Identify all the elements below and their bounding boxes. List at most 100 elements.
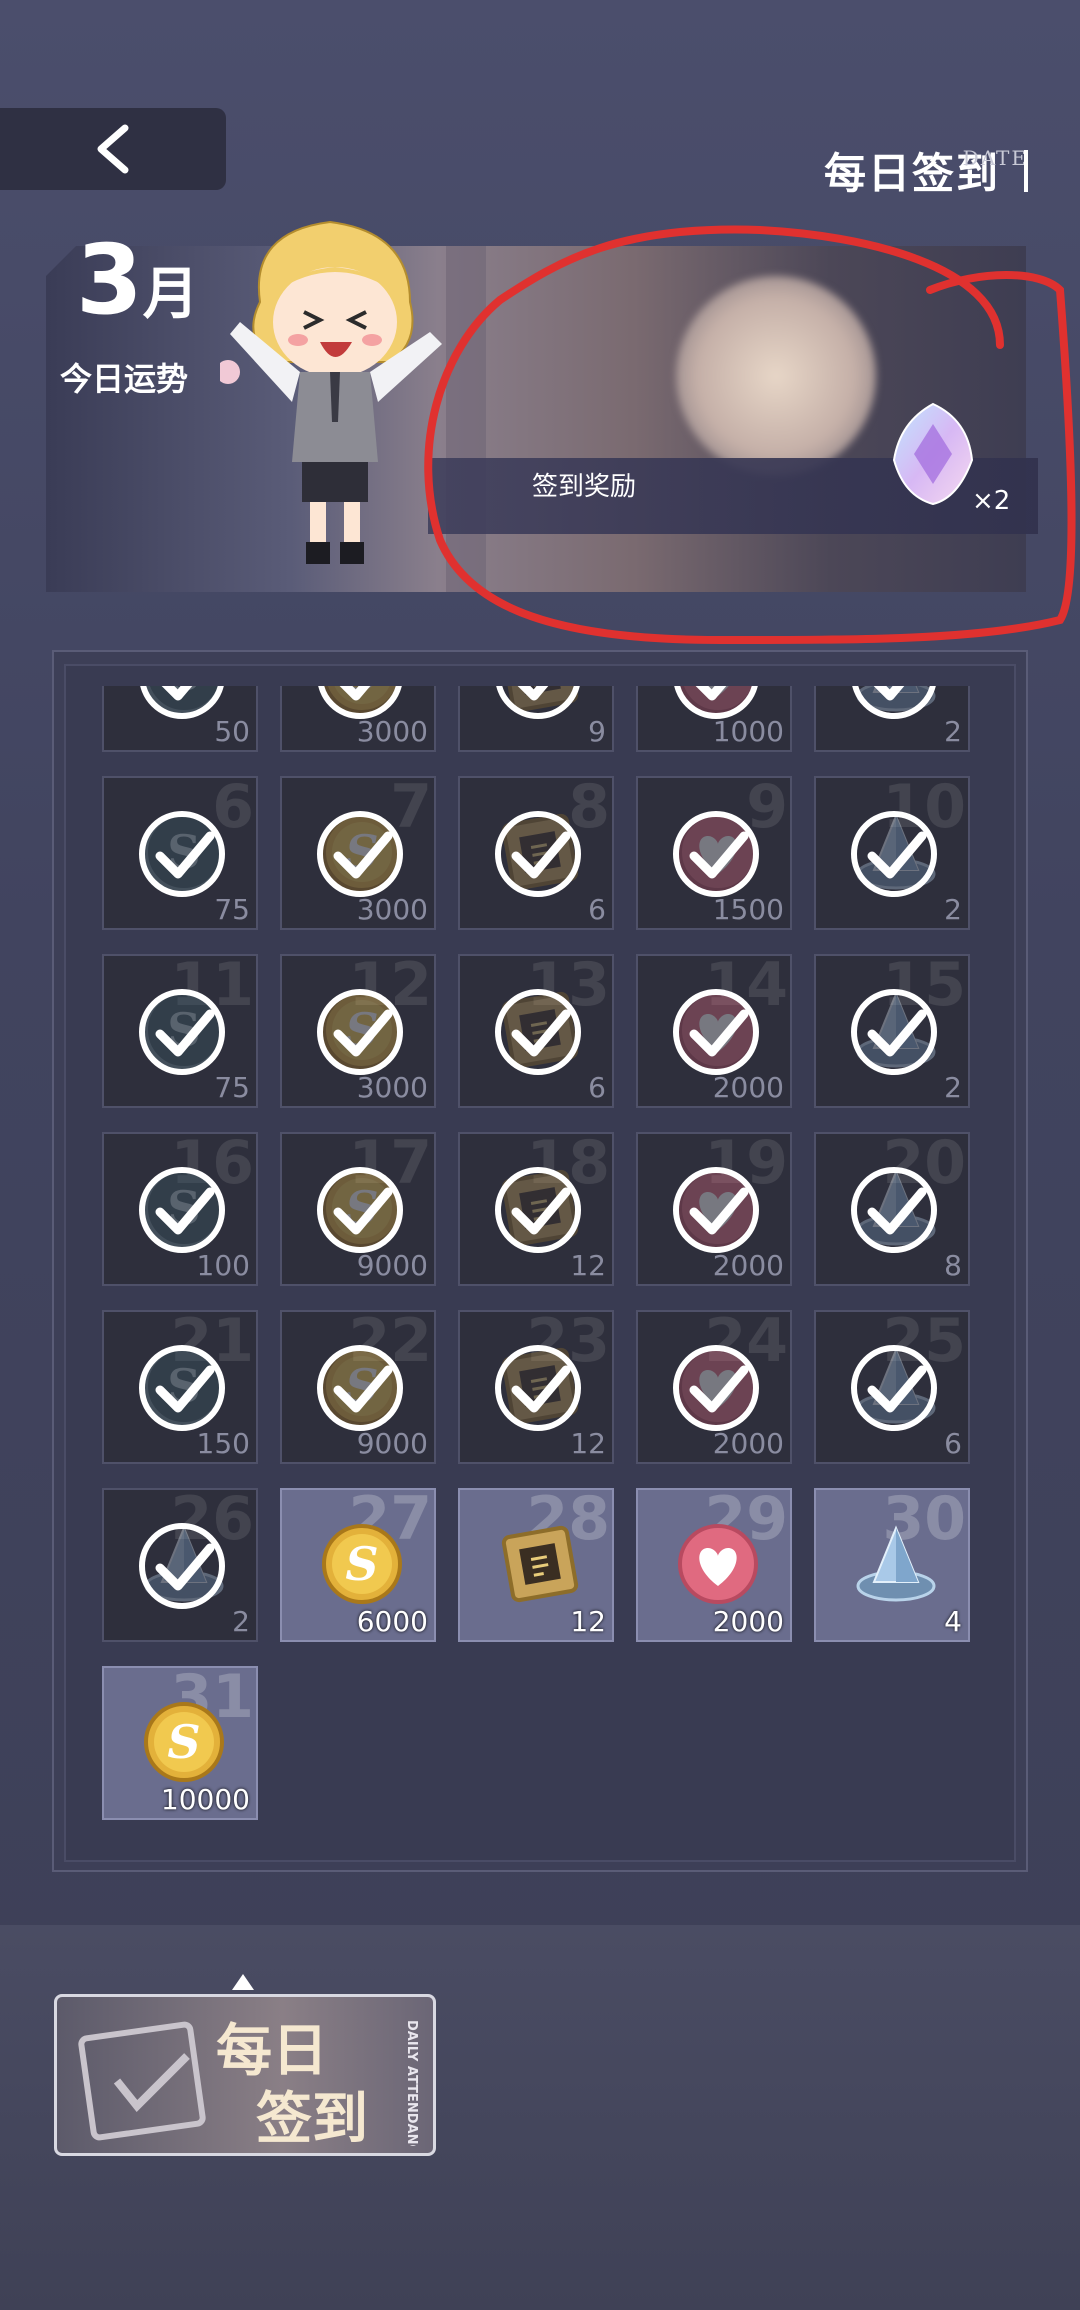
reward-quantity: 2 — [944, 893, 962, 926]
reward-quantity: 2000 — [712, 1427, 784, 1460]
day-cell-17: 17 S 9000 — [280, 1132, 436, 1286]
check-icon — [134, 1518, 230, 1614]
reward-quantity: 12 — [570, 1605, 606, 1638]
reward-label: 签到奖励 — [532, 472, 637, 502]
check-icon — [668, 806, 764, 902]
day-cell-23: 23 12 — [458, 1310, 614, 1464]
check-icon — [668, 984, 764, 1080]
day-cell-6: 6 S 75 — [102, 776, 258, 930]
day-cell-19: 19 2000 — [636, 1132, 792, 1286]
reward-quantity: 100 — [196, 1249, 250, 1282]
day-cell-11: 11 S 75 — [102, 954, 258, 1108]
day-cell-13: 13 6 — [458, 954, 614, 1108]
day-cell-7: 7 S 3000 — [280, 776, 436, 930]
reward-quantity: 6 — [588, 893, 606, 926]
check-icon — [134, 984, 230, 1080]
day-cell-24: 24 2000 — [636, 1310, 792, 1464]
chibi-character — [220, 220, 442, 564]
reward-quantity: 9 — [588, 715, 606, 748]
day-cell-30[interactable]: 30 4 — [814, 1488, 970, 1642]
day-cell-10: 10 2 — [814, 776, 970, 930]
gold-coin-icon: S — [140, 1698, 228, 1786]
day-cell-21: 21 S 150 — [102, 1310, 258, 1464]
reward-quantity: 9000 — [356, 1427, 428, 1460]
reward-quantity: 3000 — [356, 893, 428, 926]
day-cell-29[interactable]: 29 2000 — [636, 1488, 792, 1642]
triangle-indicator-icon — [232, 1974, 254, 1990]
reward-quantity: 8 — [944, 1249, 962, 1282]
gem-icon — [892, 402, 974, 506]
svg-text:DAILY ATTENDANCE: DAILY ATTENDANCE — [404, 2020, 419, 2146]
reward-quantity: 2 — [232, 1605, 250, 1638]
day-cell-8: 86 — [458, 776, 614, 930]
day-cell-26: 26 2 — [102, 1488, 258, 1642]
reward-quantity: 6 — [588, 1071, 606, 1104]
check-icon — [134, 1162, 230, 1258]
day-cell-16: 16 S 100 — [102, 1132, 258, 1286]
reward-quantity: 9000 — [356, 1249, 428, 1282]
banner-doorframe — [446, 246, 486, 592]
day-cell-12: 12 S 3000 — [280, 954, 436, 1108]
day-cell-18: 18 12 — [458, 1132, 614, 1286]
reward-quantity: 2 — [944, 715, 962, 748]
calendar-icon — [78, 2021, 206, 2141]
day-cell-9: 9 1500 — [636, 776, 792, 930]
check-icon — [846, 1162, 942, 1258]
check-icon — [312, 1340, 408, 1436]
reward-quantity: 1000 — [712, 715, 784, 748]
heart-icon — [674, 1520, 762, 1608]
reward-quantity: 2000 — [712, 1605, 784, 1638]
back-arrow-icon — [97, 124, 129, 174]
check-icon — [846, 1340, 942, 1436]
daily-label-line2: 签到 — [256, 2087, 368, 2152]
fortune-label: 今日运势 — [60, 360, 189, 398]
check-icon — [668, 1162, 764, 1258]
month-label: 3月 — [76, 224, 199, 336]
day-cell-14: 14 2000 — [636, 954, 792, 1108]
check-icon — [134, 806, 230, 902]
check-icon — [134, 1340, 230, 1436]
reward-quantity: 3000 — [356, 715, 428, 748]
page-subtitle: DATE — [962, 146, 1028, 170]
reward-quantity: 75 — [214, 1071, 250, 1104]
reward-quantity: 2 — [944, 1071, 962, 1104]
check-icon — [312, 1162, 408, 1258]
reward-quantity: 12 — [570, 1427, 606, 1460]
reward-quantity: 1500 — [712, 893, 784, 926]
check-icon — [846, 984, 942, 1080]
day-cell-20: 20 8 — [814, 1132, 970, 1286]
svg-text:S: S — [167, 1715, 200, 1769]
svg-text:S: S — [345, 1537, 378, 1591]
title-divider — [1024, 150, 1028, 192]
banner-window — [676, 276, 876, 476]
back-button[interactable] — [0, 108, 226, 190]
check-icon — [312, 984, 408, 1080]
reward-quantity: 2000 — [712, 1071, 784, 1104]
check-icon — [846, 806, 942, 902]
reward-quantity: 6 — [944, 1427, 962, 1460]
reward-count: ×2 — [972, 486, 1011, 516]
reward-quantity: 75 — [214, 893, 250, 926]
reward-quantity: 10000 — [160, 1783, 250, 1816]
month-unit: 月 — [142, 262, 199, 327]
reward-quantity: 150 — [196, 1427, 250, 1460]
day-cell-15: 15 2 — [814, 954, 970, 1108]
check-icon — [490, 1340, 586, 1436]
reward-quantity: 3000 — [356, 1071, 428, 1104]
reward-quantity: 2000 — [712, 1249, 784, 1282]
day-cell-31[interactable]: 31 S 10000 — [102, 1666, 258, 1820]
check-icon — [490, 984, 586, 1080]
gold-coin-icon: S — [318, 1520, 406, 1608]
check-icon — [490, 806, 586, 902]
day-cell-28[interactable]: 28 12 — [458, 1488, 614, 1642]
reward-quantity: 4 — [944, 1605, 962, 1638]
month-number: 3 — [76, 224, 143, 336]
day-cell-22: 22 S 9000 — [280, 1310, 436, 1464]
day-cell-27[interactable]: 27 S 6000 — [280, 1488, 436, 1642]
chip-icon — [496, 1520, 584, 1608]
reward-quantity: 6000 — [356, 1605, 428, 1638]
reward-quantity: 50 — [214, 715, 250, 748]
crystal-icon — [852, 1520, 940, 1608]
day-cell-25: 25 6 — [814, 1310, 970, 1464]
reward-quantity: 12 — [570, 1249, 606, 1282]
